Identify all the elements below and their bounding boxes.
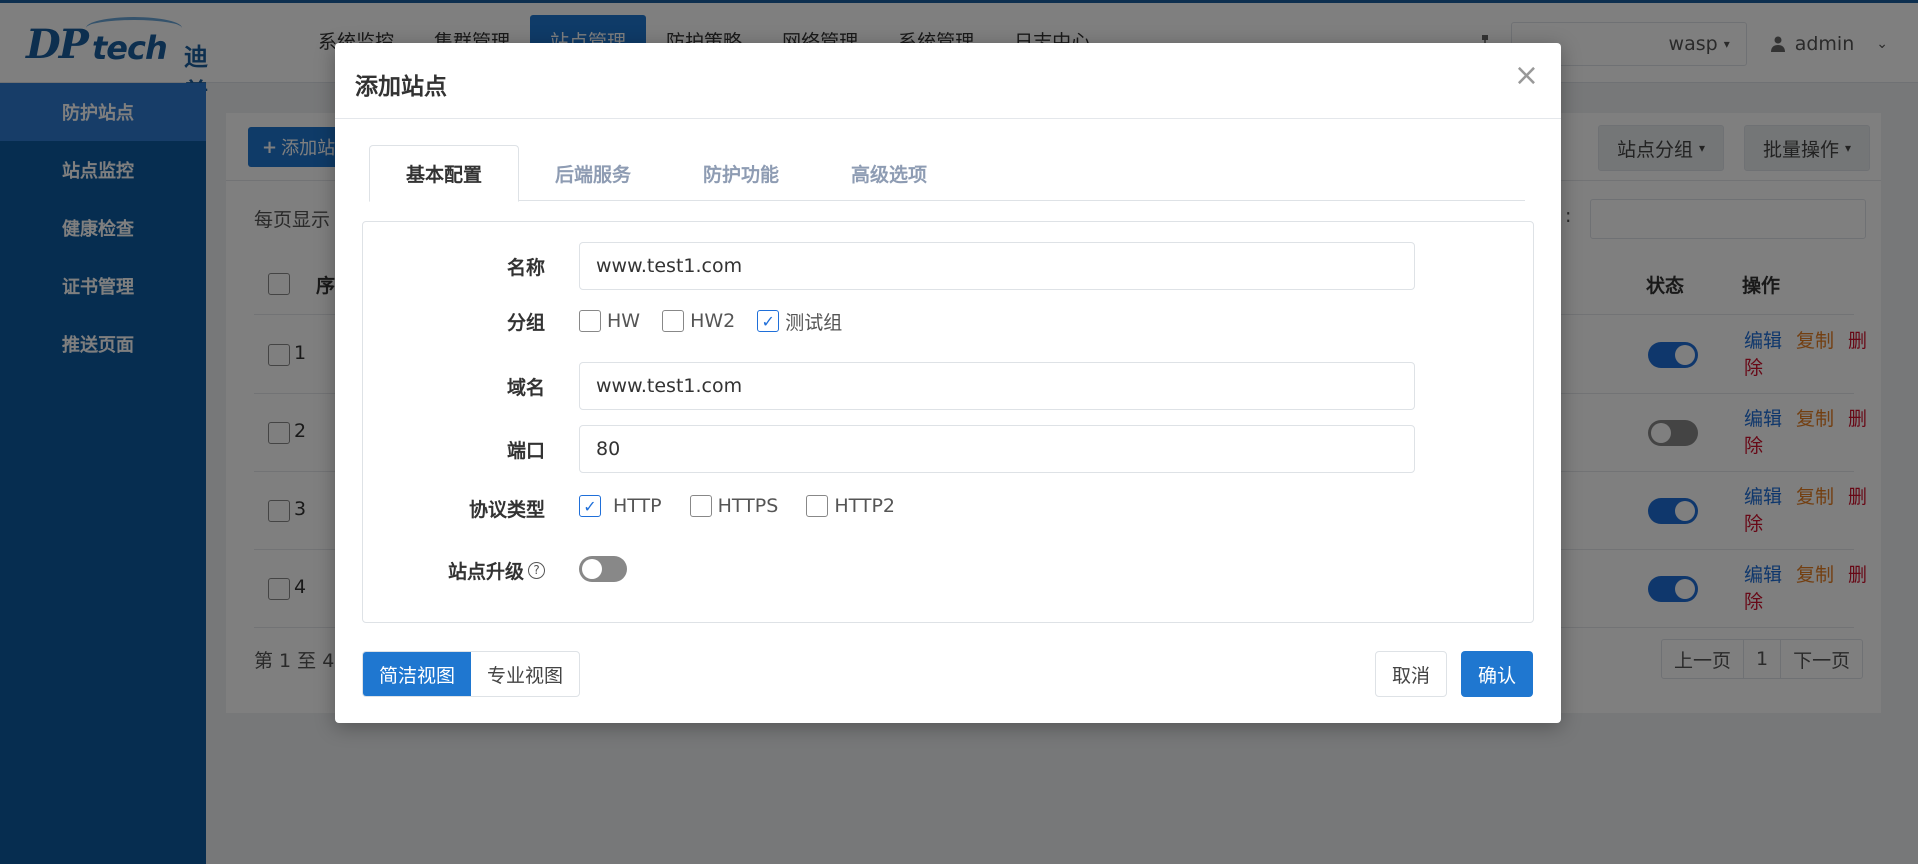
protocol-checkboxes: ✓ HTTP HTTPS HTTP2 (579, 487, 895, 525)
group-hw2-checkbox[interactable]: HW2 (662, 310, 735, 332)
checkbox-box (662, 310, 685, 332)
modal-tabs: 基本配置 后端服务 防护功能 高级选项 (369, 145, 1525, 202)
simple-view-button[interactable]: 简洁视图 (363, 652, 472, 696)
help-icon[interactable]: ? (528, 561, 545, 579)
name-row: 名称 www.test1.com (363, 242, 1535, 290)
upgrade-label: 站点升级 (447, 560, 524, 583)
add-site-modal: 添加站点 × 基本配置 后端服务 防护功能 高级选项 名称 www.test1.… (335, 43, 1561, 723)
group-test-label: 测试组 (785, 311, 843, 334)
group-hw-checkbox[interactable]: HW (579, 310, 640, 332)
checkbox-box (579, 310, 601, 332)
tab-basic-config[interactable]: 基本配置 (369, 145, 520, 202)
port-row: 端口 80 (363, 425, 1535, 473)
modal-header: 添加站点 × (335, 43, 1561, 119)
group-hw2-label: HW2 (690, 310, 736, 332)
group-row: 分组 HW HW2 ✓ 测试组 (363, 302, 1535, 340)
domain-input[interactable]: www.test1.com (579, 362, 1415, 410)
protocol-http-checkbox[interactable]: ✓ HTTP (579, 495, 662, 517)
confirm-button[interactable]: 确认 (1461, 651, 1534, 697)
protocol-https-checkbox[interactable]: HTTPS (689, 495, 779, 517)
check-icon: ✓ (757, 310, 780, 332)
upgrade-row: 站点升级 ? (363, 546, 1535, 594)
checkbox-box (689, 495, 712, 517)
name-input[interactable]: www.test1.com (579, 242, 1415, 290)
protocol-label: 协议类型 (468, 498, 545, 521)
group-test-checkbox[interactable]: ✓ 测试组 (757, 308, 842, 335)
port-label: 端口 (506, 439, 545, 462)
group-label: 分组 (506, 311, 545, 334)
port-input[interactable]: 80 (579, 425, 1415, 473)
checkbox-box (806, 495, 829, 517)
name-label: 名称 (506, 256, 545, 279)
group-checkboxes: HW HW2 ✓ 测试组 (579, 302, 842, 340)
domain-label: 域名 (506, 376, 545, 399)
check-icon: ✓ (579, 495, 601, 517)
basic-config-form: 名称 www.test1.com 分组 HW HW2 ✓ 测试组 域名 www.… (362, 221, 1534, 623)
domain-row: 域名 www.test1.com (363, 362, 1535, 410)
protocol-http-label: HTTP (613, 495, 662, 517)
cancel-button[interactable]: 取消 (1375, 651, 1448, 697)
group-hw-label: HW (607, 310, 641, 332)
tab-backend-service[interactable]: 后端服务 (519, 145, 667, 201)
protocol-row: 协议类型 ✓ HTTP HTTPS HTTP2 (363, 487, 1535, 525)
protocol-http2-label: HTTP2 (834, 495, 896, 517)
tab-protection[interactable]: 防护功能 (667, 145, 815, 201)
upgrade-toggle[interactable] (579, 556, 627, 582)
tab-advanced[interactable]: 高级选项 (815, 145, 963, 201)
close-icon[interactable]: × (1514, 61, 1539, 91)
view-switch: 简洁视图 专业视图 (362, 651, 581, 697)
protocol-https-label: HTTPS (717, 495, 779, 517)
protocol-http2-checkbox[interactable]: HTTP2 (806, 495, 895, 517)
pro-view-button[interactable]: 专业视图 (471, 652, 579, 696)
modal-title: 添加站点 (355, 74, 447, 100)
upgrade-label-wrap: 站点升级 ? (448, 546, 545, 594)
